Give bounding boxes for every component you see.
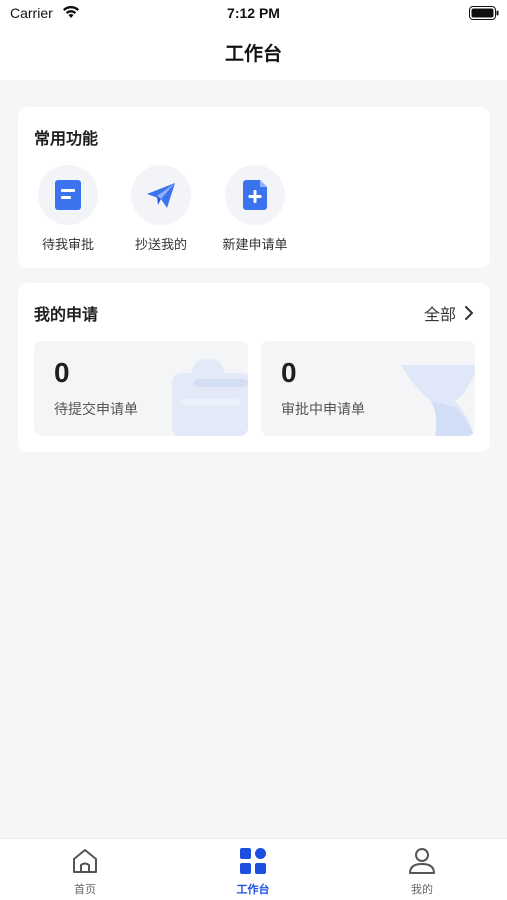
new-application-icon-bg xyxy=(225,165,285,225)
pending-approval-icon-bg xyxy=(38,165,98,225)
hourglass-decoration-icon xyxy=(401,365,475,436)
to-submit-count: 0 xyxy=(54,357,70,388)
clipboard-decoration-icon xyxy=(172,359,248,436)
new-file-icon xyxy=(243,180,267,210)
to-submit-stat[interactable]: 0 待提交申请单 xyxy=(34,341,248,436)
new-application-button[interactable]: 新建申请单 xyxy=(215,165,295,260)
cc-to-me-icon-bg xyxy=(131,165,191,225)
my-applications-card: 我的申请 全部 0 待提交申请单 0 审批中申请单 xyxy=(18,283,490,452)
cc-to-me-label: 抄送我的 xyxy=(134,238,187,253)
home-icon xyxy=(73,849,97,873)
cc-to-me-button[interactable]: 抄送我的 xyxy=(121,165,201,260)
grid-icon xyxy=(240,848,266,874)
clock: 7:12 PM xyxy=(227,5,280,21)
in-approval-stat[interactable]: 0 审批中申请单 xyxy=(261,341,475,436)
tab-home-label: 首页 xyxy=(74,883,96,896)
new-application-label: 新建申请单 xyxy=(222,238,288,253)
status-bar: Carrier 7:12 PM xyxy=(0,0,507,28)
tab-workbench[interactable]: 工作台 xyxy=(203,847,303,897)
pending-approval-label: 待我审批 xyxy=(41,238,94,253)
view-all-label: 全部 xyxy=(423,305,456,324)
tab-profile[interactable]: 我的 xyxy=(372,847,472,897)
user-icon xyxy=(409,848,435,874)
chevron-right-icon xyxy=(465,306,473,320)
paper-plane-icon xyxy=(147,183,175,208)
view-all-link[interactable]: 全部 xyxy=(424,301,474,325)
in-approval-count: 0 xyxy=(281,357,297,388)
my-applications-title: 我的申请 xyxy=(34,305,99,324)
common-functions-title: 常用功能 xyxy=(34,129,99,148)
tab-workbench-label: 工作台 xyxy=(236,883,270,896)
document-icon xyxy=(55,180,81,210)
to-submit-label: 待提交申请单 xyxy=(54,402,138,418)
pending-approval-button[interactable]: 待我审批 xyxy=(28,165,108,260)
battery-icon xyxy=(469,6,499,20)
in-approval-label: 审批中申请单 xyxy=(281,402,365,418)
tab-home[interactable]: 首页 xyxy=(35,847,135,897)
tab-bar: 首页 工作台 我的 xyxy=(0,838,507,900)
nav-bar: 工作台 xyxy=(0,28,507,80)
page-title: 工作台 xyxy=(224,43,282,65)
common-functions-card: 常用功能 待我审批 抄送我的 新建申请单 xyxy=(18,107,490,268)
tab-profile-label: 我的 xyxy=(411,883,433,896)
